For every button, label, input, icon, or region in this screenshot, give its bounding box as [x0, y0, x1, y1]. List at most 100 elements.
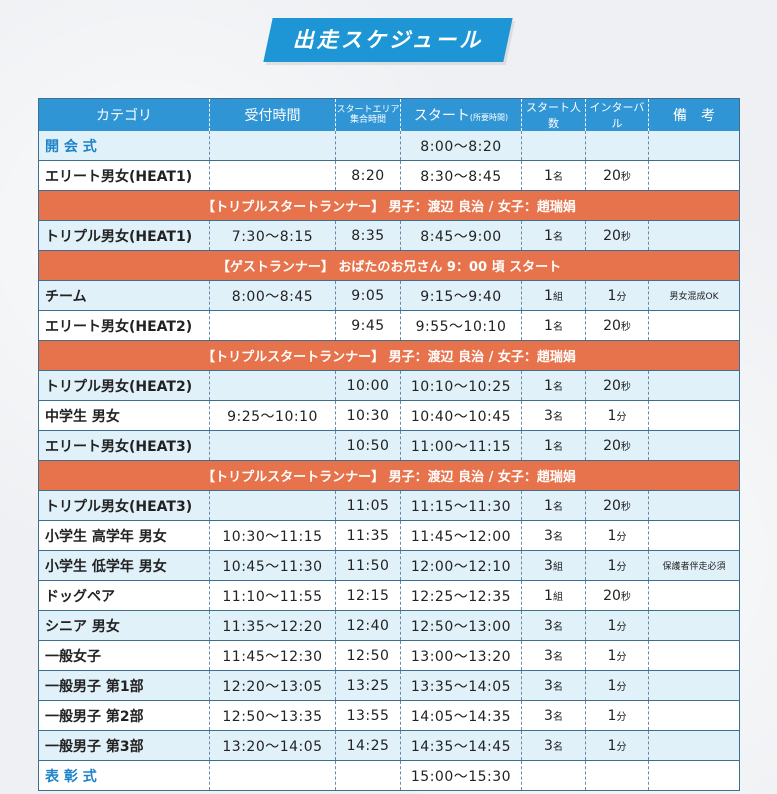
count-value: 3 [544, 707, 553, 724]
interval-cell: 20秒 [585, 160, 649, 191]
count-value: 3 [544, 677, 553, 694]
interval-cell: 20秒 [585, 430, 649, 461]
reception-cell [209, 131, 336, 161]
interval-value: 20 [603, 227, 621, 244]
interval-unit: 秒 [620, 171, 631, 183]
banner-row: 【トリプルスタートランナー】 男子：渡辺 良治 / 女子：趙瑞娟 [38, 460, 740, 491]
count-unit: 名 [552, 651, 563, 663]
gather-cell [335, 760, 401, 791]
count-cell: 3名 [521, 400, 586, 431]
start-cell: 12:50〜13:00 [400, 610, 522, 641]
interval-cell: 1分 [585, 730, 649, 761]
table-row: 一般女子 11:45〜12:30 12:50 13:00〜13:20 3名 1分 [38, 640, 740, 671]
reception-cell [209, 430, 336, 461]
header-category: カテゴリ [38, 98, 210, 131]
count-unit: 名 [552, 501, 563, 513]
count-unit: 名 [552, 381, 563, 393]
reception-cell: 11:35〜12:20 [209, 610, 336, 641]
gather-cell: 12:15 [335, 580, 401, 611]
start-cell: 11:15〜11:30 [400, 490, 522, 521]
interval-unit: 分 [616, 291, 627, 303]
remarks-cell [648, 640, 740, 671]
start-cell: 9:15〜9:40 [400, 280, 522, 311]
interval-cell [585, 760, 649, 791]
remarks-cell [648, 220, 740, 251]
reception-cell: 10:45〜11:30 [209, 550, 336, 581]
header-gather-line1: スタートエリア [336, 105, 400, 115]
remarks-cell [648, 160, 740, 191]
reception-cell [209, 760, 336, 791]
count-value: 3 [544, 737, 553, 754]
interval-cell: 1分 [585, 610, 649, 641]
interval-unit: 秒 [620, 501, 631, 513]
table-row: 中学生 男女 9:25〜10:10 10:30 10:40〜10:45 3名 1分 [38, 400, 740, 431]
count-value: 3 [544, 407, 553, 424]
interval-unit: 分 [616, 411, 627, 423]
header-start-label: スタート [413, 108, 470, 124]
count-cell: 1名 [521, 310, 586, 341]
category-cell: 一般男子 第2部 [38, 700, 210, 731]
start-cell: 14:35〜14:45 [400, 730, 522, 761]
count-cell: 3名 [521, 670, 586, 701]
category-cell: トリプル男女(HEAT2) [38, 370, 210, 401]
interval-cell: 1分 [585, 280, 649, 311]
header-start-note: (所要時間) [469, 113, 509, 122]
remarks-cell [648, 131, 740, 161]
count-value: 1 [544, 167, 553, 184]
category-cell: 小学生 低学年 男女 [38, 550, 210, 581]
count-cell [521, 131, 586, 161]
count-cell: 3名 [521, 640, 586, 671]
count-value: 1 [544, 497, 553, 514]
category-cell: 小学生 高学年 男女 [38, 520, 210, 551]
gather-cell: 11:05 [335, 490, 401, 521]
count-unit: 組 [552, 291, 563, 303]
count-unit: 名 [552, 531, 563, 543]
reception-cell [209, 370, 336, 401]
start-cell: 12:00〜12:10 [400, 550, 522, 581]
gather-cell: 8:35 [335, 220, 401, 251]
reception-cell [209, 160, 336, 191]
remarks-cell [648, 370, 740, 401]
count-value: 3 [544, 617, 553, 634]
remarks-cell [648, 580, 740, 611]
interval-unit: 分 [616, 621, 627, 633]
banner-row: 【トリプルスタートランナー】 男子：渡辺 良治 / 女子：趙瑞娟 [38, 340, 740, 371]
interval-cell: 1分 [585, 520, 649, 551]
count-value: 3 [544, 527, 553, 544]
table-row: 一般男子 第2部 12:50〜13:35 13:55 14:05〜14:35 3名 1分 [38, 700, 740, 731]
count-unit: 名 [552, 411, 563, 423]
table-row: シニア 男女 11:35〜12:20 12:40 12:50〜13:00 3名 1分 [38, 610, 740, 641]
banner-row: 【ゲストランナー】 おばたのお兄さん 9：00 頃 スタート [38, 250, 740, 281]
count-value: 3 [544, 557, 553, 574]
remarks-cell [648, 700, 740, 731]
remarks-cell [648, 520, 740, 551]
start-cell: 11:00〜11:15 [400, 430, 522, 461]
remarks-cell [648, 430, 740, 461]
count-cell: 1組 [521, 580, 586, 611]
gather-cell [335, 131, 401, 161]
count-unit: 名 [552, 441, 563, 453]
interval-unit: 分 [616, 681, 627, 693]
table-row: 一般男子 第3部 13:20〜14:05 14:25 14:35〜14:45 3名 1分 [38, 730, 740, 761]
gather-cell: 9:45 [335, 310, 401, 341]
gather-cell: 10:50 [335, 430, 401, 461]
remarks-cell: 男女混成OK [648, 280, 740, 311]
gather-cell: 13:25 [335, 670, 401, 701]
gather-cell: 12:50 [335, 640, 401, 671]
count-cell: 3名 [521, 700, 586, 731]
interval-unit: 秒 [620, 321, 631, 333]
count-cell: 3名 [521, 730, 586, 761]
table-row: エリート男女(HEAT2) 9:45 9:55〜10:10 1名 20秒 [38, 310, 740, 341]
count-unit: 名 [552, 681, 563, 693]
header-remarks: 備 考 [648, 98, 740, 131]
gather-cell: 14:25 [335, 730, 401, 761]
table-row: 一般男子 第1部 12:20〜13:05 13:25 13:35〜14:05 3名 1分 [38, 670, 740, 701]
count-unit: 名 [552, 231, 563, 243]
interval-unit: 分 [616, 711, 627, 723]
interval-cell: 20秒 [585, 490, 649, 521]
remarks-cell: 保護者伴走必須 [648, 550, 740, 581]
title-banner: 出走スケジュール [263, 18, 513, 62]
reception-cell: 12:20〜13:05 [209, 670, 336, 701]
category-cell: シニア 男女 [38, 610, 210, 641]
interval-cell: 1分 [585, 400, 649, 431]
